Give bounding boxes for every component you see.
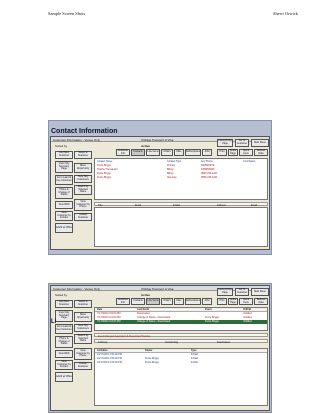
doc-author: Sherri Orwick <box>273 11 298 16</box>
status-label: Active <box>141 293 151 297</box>
office-button[interactable]: Add'd w/ Office <box>55 372 73 382</box>
customer-by-contact-button[interactable]: View Customer by Contact <box>55 211 73 221</box>
quote-page-button[interactable]: Quote Page <box>228 149 238 156</box>
detail-header-strip: Title Email E-Mail Address Email <box>94 202 268 207</box>
lookup-customer-button[interactable]: Lookup Customer <box>74 362 92 370</box>
table-row[interactable]: Perrie Briggs Alternate (888) 230-4444 <box>95 176 267 180</box>
customer-name: If Ridge Passport & Visa <box>141 286 174 291</box>
tab-misc[interactable]: Misc <box>174 149 184 156</box>
summary-page-button[interactable]: View Only Summary Page <box>55 310 73 322</box>
table-header: Date Last Event Event Vol/Cat <box>95 308 267 312</box>
section-title-2: Li <box>51 319 57 325</box>
customer-screen-2: Customer Information - Venue Only If Rid… <box>50 285 270 411</box>
events-grid: Date Last Event Event Vol/Cat 7/17/2000 … <box>94 307 268 331</box>
tab-misc[interactable]: Misc <box>174 298 184 305</box>
search-name-button[interactable]: Search by Selected Name <box>74 334 92 344</box>
last-customer-button[interactable]: Go to Last Att Key Customer <box>55 175 73 185</box>
activities-grid: Activities Owner Type 10/17/2001 2:54:00… <box>94 348 268 406</box>
main-menu-button[interactable]: Main Menu <box>251 288 269 296</box>
tab-customer-info[interactable]: Customer Info <box>116 298 130 305</box>
table-row[interactable]: 10/17/2001 2:54:00 PM E-Mail <box>95 353 267 357</box>
office-button[interactable]: Add'd w/ Office <box>55 223 73 233</box>
tab-jobs[interactable]: Jobs <box>202 298 212 305</box>
tab-orders[interactable]: Orders <box>161 298 173 305</box>
table-row[interactable]: Perrie Briggs Billing (888) 232-4441 <box>95 172 267 176</box>
select-customer-button[interactable]: Select a Customer <box>74 151 92 159</box>
window-title: Customer Information - Venue Only <box>53 286 101 291</box>
quote-page-button[interactable]: Quote Page <box>228 298 238 305</box>
refresh-button[interactable]: Refresh Data <box>254 149 268 156</box>
page-header: Sample Screen Shots Sherri Orwick <box>48 11 298 21</box>
doc-title: Sample Screen Shots <box>48 11 86 16</box>
print-button[interactable]: Print <box>217 298 227 305</box>
table-row[interactable]: 7/17/2000 2:53:00 PM Reactivated Unbille… <box>95 312 267 316</box>
notes-strip: Event/changed description & Move/Cont/Tr… <box>94 333 268 338</box>
tab-contacts[interactable]: Contacts <box>131 298 145 305</box>
print-button[interactable]: Print <box>217 149 227 156</box>
detail-grid <box>94 207 268 247</box>
status-label: Active <box>141 144 151 148</box>
table-row[interactable]: Perrie Briggs Primary 8005903979 <box>95 164 267 168</box>
table-row-selected[interactable]: 7/17/2000 3:24:03 PM Change of Status - … <box>95 320 267 324</box>
table-row[interactable]: 7/17/2000 3:24:00 PM Change of Status - … <box>95 316 267 320</box>
main-menu-button[interactable]: Main Menu <box>251 139 269 147</box>
quick-menu-button[interactable]: Quick menu <box>239 298 253 305</box>
customer-name: If Ridge Passport & Visa <box>141 137 174 142</box>
customer-by-phone-button[interactable]: View Customer by Phone <box>74 199 92 211</box>
contacts-grid: Contact Name Contact Type Key Phone Cont… <box>94 158 268 200</box>
sky-customers-button[interactable]: View Sky Customers <box>74 175 92 183</box>
summary-page-button[interactable]: View Only Summary Page <box>55 161 73 173</box>
tab-orders[interactable]: Orders <box>161 149 173 156</box>
add-customer-button[interactable]: Add New Customer <box>55 300 73 308</box>
tab-subscriptions[interactable]: Subscriptions <box>185 149 201 156</box>
customer-by-phone-button[interactable]: View Customer by Phone <box>74 348 92 360</box>
lookup-customer-button[interactable]: Lookup Customer <box>74 213 92 221</box>
last-customer-button[interactable]: Go to Last Att Key Customer <box>55 324 73 334</box>
table-row[interactable]: Heather Hernandez Billing 9789823369 <box>95 168 267 172</box>
table-header: Activities Owner Type <box>95 349 267 353</box>
select-customer-button[interactable]: Select a Customer <box>74 300 92 308</box>
fees-pricing-button[interactable]: Fees pricing Page <box>217 288 233 296</box>
view-rds-button[interactable]: View RDS <box>55 201 73 209</box>
customer-screen-1: Customer Information - Venue Only If Rid… <box>50 136 270 250</box>
tab-subscriptions[interactable]: Subscriptions <box>185 298 201 305</box>
tab-contacts[interactable]: Contacts <box>131 149 145 156</box>
opportunity-button[interactable]: Move Opportunity <box>74 163 92 173</box>
table-row[interactable]: Contact Name Contact Type Key Phone Cont… <box>95 160 267 164</box>
sort-by-label: Sorted by <box>55 293 67 297</box>
section-title: Contact Information <box>51 128 118 135</box>
tab-line-items[interactable]: Line Items <box>146 298 160 305</box>
sort-by-label: Sorted by <box>55 144 67 148</box>
quick-menu-button[interactable]: Quick menu <box>239 149 253 156</box>
status-change-button[interactable]: Phone & Change of Status <box>55 336 73 348</box>
table-row[interactable]: 10/17/2001 2:56:00 PM Perrie Briggs E-Ma… <box>95 361 267 365</box>
table-row[interactable]: 10/17/2001 2:56:00 PM Perrie Briggs E-Ma… <box>95 357 267 361</box>
search-name-button[interactable]: Search by Selected Name <box>74 185 92 195</box>
goto-customer-button[interactable]: Go To Customer <box>235 288 249 296</box>
followup-strip: Followup Outstanding Deactivated <box>94 339 268 344</box>
status-change-button[interactable]: Phone & Change of Status <box>55 187 73 199</box>
fees-pricing-button[interactable]: Fees pricing Page <box>217 139 233 147</box>
refresh-button[interactable]: Refresh Data <box>254 298 268 305</box>
tab-line-items[interactable]: Line Items <box>146 149 160 156</box>
add-customer-button[interactable]: Add New Customer <box>55 151 73 159</box>
view-rds-button[interactable]: View RDS <box>55 350 73 358</box>
window-title: Customer Information - Venue Only <box>53 137 101 142</box>
sky-customers-button[interactable]: View Sky Customers <box>74 324 92 332</box>
tab-jobs[interactable]: Jobs <box>202 149 212 156</box>
goto-customer-button[interactable]: Go To Customer <box>235 139 249 147</box>
tab-customer-info[interactable]: Customer Info <box>116 149 130 156</box>
customer-by-contact-button[interactable]: View Customer by Contact <box>55 360 73 370</box>
opportunity-button[interactable]: Move Opportunity <box>74 312 92 322</box>
